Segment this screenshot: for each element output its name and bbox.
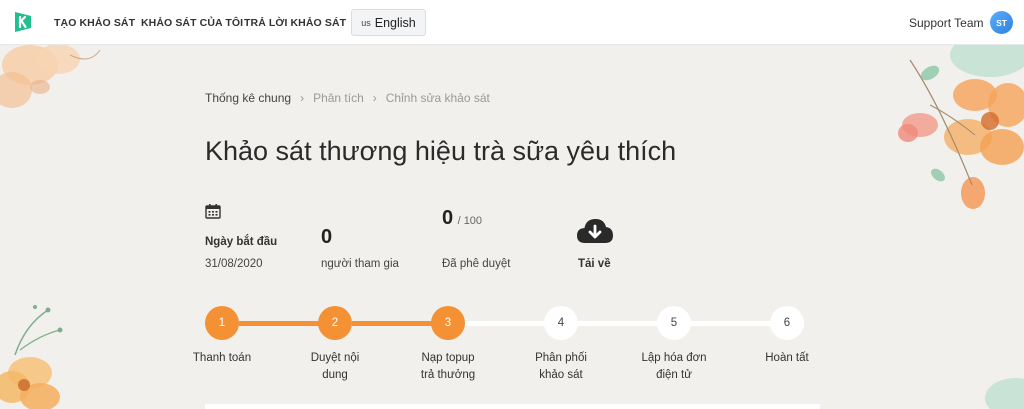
approved-total: / 100 xyxy=(457,215,483,227)
nav-my-surveys[interactable]: KHẢO SÁT CỦA TÔI xyxy=(141,17,243,29)
step-2-label-line1: Duyệt nội xyxy=(310,352,360,364)
language-selector[interactable]: us English xyxy=(351,9,426,36)
step-5-label-line1: Lập hóa đơn xyxy=(641,352,707,364)
step-3-circle[interactable]: 3 xyxy=(431,306,465,340)
approved-count: 0 xyxy=(442,207,454,229)
avatar[interactable]: ST xyxy=(990,11,1013,34)
step-4-label: Phân phối khảo sát xyxy=(516,350,606,384)
chevron-right-icon: › xyxy=(300,91,305,105)
cloud-download-icon[interactable] xyxy=(576,217,614,245)
step-3-label: Nạp topup trả thưởng xyxy=(403,350,493,384)
start-date-value: 31/08/2020 xyxy=(205,258,263,270)
page-title: Khảo sát thương hiệu trà sữa yêu thích xyxy=(205,136,677,166)
step-6-label: Hoàn tất xyxy=(742,350,832,367)
step-1-label-line1: Thanh toán xyxy=(192,352,252,364)
content-card-edge xyxy=(205,404,820,409)
approved-count-group: 0 / 100 xyxy=(442,207,482,230)
step-4-label-line1: Phân phối xyxy=(535,352,587,364)
download-label[interactable]: Tải về xyxy=(578,258,611,270)
breadcrumb-analysis[interactable]: Phân tích xyxy=(313,91,364,105)
start-date-label: Ngày bắt đầu xyxy=(205,236,278,248)
step-3-label-line1: Nạp topup xyxy=(421,352,475,364)
step-5-circle[interactable]: 5 xyxy=(657,306,691,340)
step-2-circle[interactable]: 2 xyxy=(318,306,352,340)
breadcrumb-overview[interactable]: Thống kê chung xyxy=(205,91,291,105)
step-5-label: Lập hóa đơn điện tử xyxy=(629,350,719,384)
nav-create-survey[interactable]: TẠO KHẢO SÁT xyxy=(54,17,135,29)
nav-answer-surveys[interactable]: TRẢ LỜI KHẢO SÁT xyxy=(244,17,346,29)
step-5-label-line2: điện tử xyxy=(656,369,692,381)
step-4-label-line2: khảo sát xyxy=(539,369,583,381)
us-flag-icon: us xyxy=(361,17,371,28)
breadcrumb-edit-survey[interactable]: Chỉnh sửa khảo sát xyxy=(386,91,490,105)
step-2-label-line2: dung xyxy=(322,369,348,381)
language-label: English xyxy=(374,15,416,30)
approved-label: Đã phê duyệt xyxy=(442,258,511,270)
top-navbar: TẠO KHẢO SÁT KHẢO SÁT CỦA TÔI TRẢ LỜI KH… xyxy=(0,0,1024,45)
calendar-icon xyxy=(205,204,221,219)
flower-decoration-top-right xyxy=(898,45,1024,209)
step-4-circle[interactable]: 4 xyxy=(544,306,578,340)
progress-stepper: 1 2 3 4 5 6 Thanh toán Duyệt nội dung Nạ… xyxy=(0,300,1024,390)
step-6-label-line1: Hoàn tất xyxy=(765,352,809,364)
step-1-label: Thanh toán xyxy=(177,350,267,367)
flower-decoration-top-left xyxy=(0,45,101,108)
step-6-circle[interactable]: 6 xyxy=(770,306,804,340)
participants-label: người tham gia xyxy=(321,258,399,270)
logo-icon[interactable] xyxy=(12,10,34,34)
user-name[interactable]: Support Team xyxy=(909,16,984,30)
step-2-label: Duyệt nội dung xyxy=(290,350,380,384)
step-3-label-line2: trả thưởng xyxy=(420,369,476,381)
step-1-circle[interactable]: 1 xyxy=(205,306,239,340)
participants-count: 0 xyxy=(321,226,333,248)
breadcrumb: Thống kê chung › Phân tích › Chỉnh sửa k… xyxy=(205,91,490,105)
chevron-right-icon: › xyxy=(372,91,377,105)
